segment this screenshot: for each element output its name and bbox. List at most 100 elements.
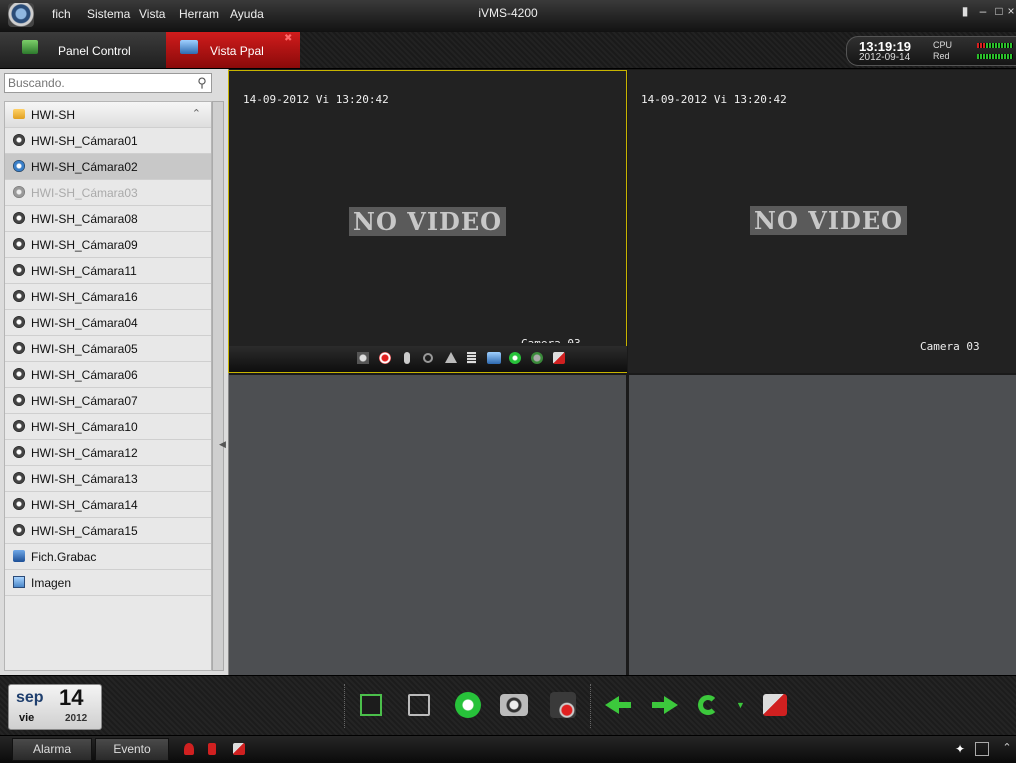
camera-icon [13, 212, 25, 224]
date-year: 2012 [65, 713, 88, 724]
tree-item-recordings-label: Fich.Grabac [31, 550, 97, 564]
tree-item-camera-label: HWI-SH_Cámara04 [31, 316, 138, 330]
tree-item-camera[interactable]: HWI-SH_Cámara14 [5, 492, 211, 518]
previous-page-icon[interactable] [605, 696, 619, 714]
chevron-up-icon[interactable]: ⌃ [192, 107, 201, 120]
tree-item-camera[interactable]: HWI-SH_Cámara13 [5, 466, 211, 492]
folder-icon [13, 109, 25, 119]
tree-scrollbar[interactable] [212, 101, 224, 671]
stop-preview-icon[interactable] [509, 352, 521, 364]
tree-item-camera[interactable]: HWI-SH_Cámara09 [5, 232, 211, 258]
tree-item-camera[interactable]: HWI-SH_Cámara12 [5, 440, 211, 466]
audio-off-icon[interactable] [553, 352, 565, 364]
tree-item-camera[interactable]: HWI-SH_Cámara15 [5, 518, 211, 544]
video-pane-3[interactable] [229, 375, 626, 675]
expand-panel-icon[interactable]: ⌃ [1000, 741, 1014, 755]
status-bar: Alarma Evento ✦ ⌃ [0, 735, 1016, 763]
minimize-icon[interactable]: – [976, 4, 990, 18]
search-input[interactable] [8, 76, 188, 90]
alarm-icon[interactable] [184, 743, 194, 755]
record-all-icon[interactable] [550, 692, 576, 718]
video-pane-2[interactable]: 14-09-2012 Vi 13:20:42 NO VIDEO Camera 0… [628, 70, 1016, 373]
tab-evento[interactable]: Evento [95, 738, 169, 761]
next-page-icon[interactable] [664, 696, 678, 714]
resource-panel: ⚲ HWI-SH ⌃ HWI-SH_Cámara01 HWI-SH_Cámara0… [0, 69, 229, 675]
tree-item-camera[interactable]: HWI-SH_Cámara05 [5, 336, 211, 362]
image-icon [13, 576, 25, 588]
tree-item-camera[interactable]: HWI-SH_Cámara06 [5, 362, 211, 388]
restore-panel-icon[interactable] [975, 742, 989, 756]
tree-item-camera-label: HWI-SH_Cámara14 [31, 498, 138, 512]
next-page-icon-stem [652, 702, 664, 708]
pin-icon[interactable]: ✦ [953, 742, 967, 756]
camera-icon [13, 160, 25, 172]
pane-2-camera-label: Camera 03 [920, 340, 980, 353]
close-icon[interactable]: × [1006, 4, 1016, 18]
camera-switch-icon[interactable] [487, 352, 501, 364]
collapse-panel-icon[interactable]: ◀ [219, 439, 227, 451]
tree-item-camera-label: HWI-SH_Cámara09 [31, 238, 138, 252]
ptz-icon[interactable] [445, 352, 457, 363]
maximize-icon[interactable]: □ [992, 4, 1006, 18]
date-day: 14 [59, 685, 84, 710]
status-list-icon[interactable] [467, 352, 476, 364]
audio-alert-off-icon[interactable] [233, 743, 245, 755]
toolbar-separator [590, 684, 592, 728]
tree-item-camera[interactable]: HWI-SH_Cámara10 [5, 414, 211, 440]
camera-icon [13, 342, 25, 354]
date-weekday: vie [19, 712, 35, 724]
tab-vista-ppal[interactable]: Vista Ppal ✖ [166, 32, 300, 68]
auto-switch-icon[interactable] [698, 695, 718, 715]
capture-icon[interactable] [500, 694, 528, 716]
alert-sound-icon[interactable] [208, 743, 216, 755]
chevron-down-icon[interactable]: ▼ [736, 700, 745, 710]
tree-item-camera[interactable]: HWI-SH_Cámara07 [5, 388, 211, 414]
floppy-icon [13, 550, 25, 562]
tree-item-camera-label: HWI-SH_Cámara03 [31, 186, 138, 200]
camera-icon [13, 186, 25, 198]
camera-icon [13, 290, 25, 302]
tab-panel-control[interactable]: Panel Control [0, 32, 167, 68]
tree-group-hwi-sh[interactable]: HWI-SH ⌃ [5, 102, 211, 128]
window-layout-icon[interactable] [408, 694, 430, 716]
tree-item-images-label: Imagen [31, 576, 72, 590]
tab-alarma[interactable]: Alarma [12, 738, 92, 761]
tab-panel-control-label: Panel Control [58, 44, 131, 58]
zoom-icon[interactable] [423, 353, 433, 363]
tab-close-icon[interactable]: ✖ [284, 33, 292, 44]
tree-item-camera[interactable]: HWI-SH_Cámara04 [5, 310, 211, 336]
bottom-toolbar: sep 14 vie 2012 ▼ [0, 675, 1016, 736]
tree-item-camera-label: HWI-SH_Cámara06 [31, 368, 138, 382]
snapshot-icon[interactable] [357, 352, 369, 364]
camera-icon [13, 524, 25, 536]
tree-item-camera-label: HWI-SH_Cámara15 [31, 524, 138, 538]
tree-item-camera[interactable]: HWI-SH_Cámara03 [5, 180, 211, 206]
date-widget: sep 14 vie 2012 [8, 684, 102, 730]
microphone-icon[interactable] [404, 352, 410, 364]
stop-all-icon[interactable] [455, 692, 481, 718]
tree-item-camera[interactable]: HWI-SH_Cámara16 [5, 284, 211, 310]
tree-item-recordings[interactable]: Fich.Grabac [5, 544, 211, 570]
tree-item-camera[interactable]: HWI-SH_Cámara11 [5, 258, 211, 284]
tree-item-camera[interactable]: HWI-SH_Cámara02 [5, 154, 211, 180]
tree-item-camera[interactable]: HWI-SH_Cámara01 [5, 128, 211, 154]
tree-item-camera-label: HWI-SH_Cámara02 [31, 160, 138, 174]
fullscreen-icon[interactable] [360, 694, 382, 716]
tab-vista-ppal-label: Vista Ppal [210, 44, 264, 58]
camera-icon [13, 238, 25, 250]
refresh-icon[interactable] [531, 352, 543, 364]
record-icon[interactable] [379, 352, 391, 364]
video-pane-4[interactable] [629, 375, 1016, 675]
menu-bar: fich Sistema Vista Herram Ayuda iVMS-420… [0, 0, 1016, 33]
tree-item-camera[interactable]: HWI-SH_Cámara08 [5, 206, 211, 232]
camera-icon [13, 446, 25, 458]
lock-icon[interactable]: ▮ [958, 4, 972, 18]
tree-item-camera-label: HWI-SH_Cámara16 [31, 290, 138, 304]
camera-icon [13, 134, 25, 146]
video-pane-1[interactable]: 14-09-2012 Vi 13:20:42 NO VIDEO Camera 0… [228, 70, 627, 373]
mute-icon[interactable] [763, 694, 787, 716]
tree-item-images[interactable]: Imagen [5, 570, 211, 596]
tree-item-camera-label: HWI-SH_Cámara10 [31, 420, 138, 434]
pane-1-timestamp: 14-09-2012 Vi 13:20:42 [243, 93, 389, 106]
search-icon[interactable]: ⚲ [193, 74, 211, 92]
